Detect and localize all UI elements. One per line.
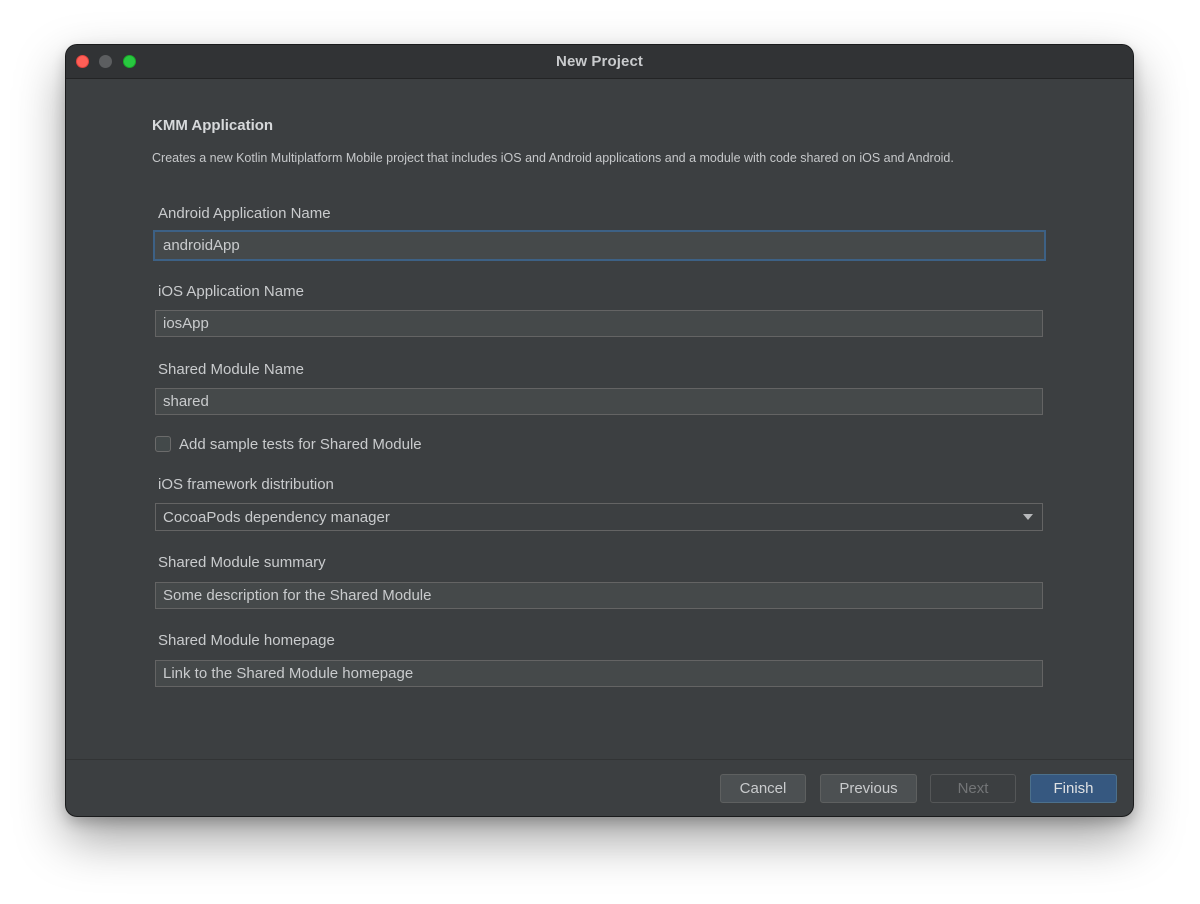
ios-framework-distribution-dropdown[interactable]: CocoaPods dependency manager	[155, 503, 1043, 531]
android-app-name-input[interactable]	[153, 230, 1046, 261]
sample-tests-label[interactable]: Add sample tests for Shared Module	[179, 436, 422, 453]
shared-module-name-label: Shared Module Name	[158, 361, 304, 378]
shared-module-summary-input[interactable]	[155, 582, 1043, 609]
window-title: New Project	[556, 53, 643, 70]
shared-module-homepage-label: Shared Module homepage	[158, 632, 335, 649]
new-project-dialog: New Project KMM Application Creates a ne…	[66, 45, 1133, 816]
sample-tests-checkbox[interactable]	[155, 436, 171, 452]
android-app-name-label: Android Application Name	[158, 205, 331, 222]
shared-module-summary-label: Shared Module summary	[158, 554, 326, 571]
chevron-down-icon[interactable]	[1023, 514, 1033, 520]
ios-framework-distribution-value: CocoaPods dependency manager	[163, 508, 390, 526]
finish-button[interactable]: Finish	[1030, 774, 1117, 803]
title-bar[interactable]: New Project	[66, 45, 1133, 79]
previous-button[interactable]: Previous	[820, 774, 917, 803]
shared-module-name-input[interactable]	[155, 388, 1043, 415]
template-description: Creates a new Kotlin Multiplatform Mobil…	[152, 151, 954, 165]
maximize-window-button[interactable]	[123, 55, 136, 68]
ios-app-name-input[interactable]	[155, 310, 1043, 337]
ios-app-name-label: iOS Application Name	[158, 283, 304, 300]
minimize-window-button[interactable]	[99, 55, 112, 68]
page-heading: KMM Application	[152, 117, 274, 134]
cancel-button[interactable]: Cancel	[720, 774, 806, 803]
sample-tests-option[interactable]: Add sample tests for Shared Module	[155, 434, 422, 454]
shared-module-homepage-input[interactable]	[155, 660, 1043, 687]
ios-framework-distribution-label: iOS framework distribution	[158, 476, 334, 493]
next-button: Next	[930, 774, 1016, 803]
close-window-button[interactable]	[76, 55, 89, 68]
desktop-background: New Project KMM Application Creates a ne…	[0, 0, 1200, 904]
footer-divider	[66, 759, 1133, 760]
